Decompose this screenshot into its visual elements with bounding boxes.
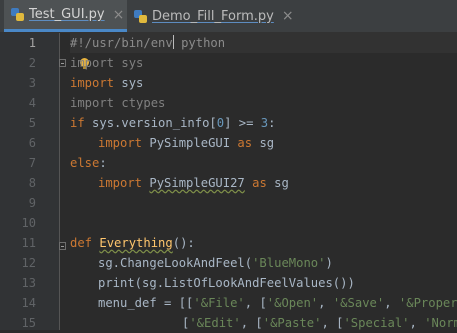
keyword-import: import: [98, 136, 143, 150]
code-text: ): [325, 256, 333, 270]
code-text: ():: [172, 236, 195, 250]
code-line: #!/usr/bin/env python: [70, 33, 457, 53]
keyword-if: if: [70, 116, 85, 130]
code-text: , [: [244, 296, 267, 310]
string-literal: '&File': [193, 296, 245, 310]
keyword-def: def: [70, 236, 93, 250]
line-number: 2: [28, 56, 36, 70]
code-line: import sys: [70, 73, 143, 93]
tab-label: Test_GUI.py: [29, 7, 105, 22]
line-number: 11: [21, 236, 36, 250]
module-name: sys: [114, 56, 144, 70]
code-text: , [: [321, 316, 344, 330]
line-number: 13: [21, 276, 36, 290]
code-line: import PySimpleGUI as sg: [98, 133, 274, 153]
keyword-import: import: [98, 176, 143, 190]
line-number: 4: [28, 96, 36, 110]
code-line: import sys: [70, 53, 143, 73]
code-editor[interactable]: #!/usr/bin/env python import sys import …: [70, 33, 457, 330]
line-number: 14: [21, 296, 36, 310]
module-name-unresolved: PySimpleGUI27: [149, 176, 245, 190]
tab-label: Demo_Fill_Form.py: [152, 8, 274, 24]
code-line: ['&Edit', ['&Paste', ['Special', 'Norma: [182, 313, 457, 330]
module-name: PySimpleGUI: [142, 136, 238, 150]
fold-icon[interactable]: [59, 59, 66, 67]
string-literal: '&Open': [266, 296, 319, 310]
code-text: ] >=: [224, 116, 261, 130]
code-line: else:: [70, 153, 107, 173]
line-number: 9: [28, 196, 36, 210]
line-number: 5: [28, 116, 36, 130]
tab-test-gui[interactable]: Test_GUI.py ×: [4, 0, 127, 32]
keyword-as: as: [244, 176, 267, 190]
function-name: Everything: [99, 236, 173, 250]
editor-tab-bar: Test_GUI.py × Demo_Fill_Form.py ×: [0, 0, 457, 33]
string-literal: '&Save': [332, 296, 385, 310]
shebang-comment: #!/usr/bin/env: [70, 36, 173, 50]
code-text: :: [268, 116, 276, 130]
line-number: 10: [21, 216, 36, 230]
line-number-gutter[interactable]: 1 2 3 4 5 6 7 8 9 10 11 12 13 14 15: [0, 33, 60, 330]
close-icon[interactable]: ×: [282, 8, 294, 24]
keyword-as: as: [237, 136, 253, 150]
module-name: sys: [114, 76, 144, 90]
keyword-else: else: [70, 156, 100, 170]
tab-demo-fill-form[interactable]: Demo_Fill_Form.py ×: [127, 0, 294, 32]
line-number: 3: [28, 76, 36, 90]
module-name: ctypes: [114, 96, 166, 110]
line-number: 8: [28, 176, 36, 190]
code-text: ,: [384, 296, 399, 310]
string-literal: 'Norma: [424, 316, 457, 330]
code-line: sg.ChangeLookAndFeel('BlueMono'): [98, 253, 333, 273]
number-literal: 0: [216, 116, 225, 130]
alias-name: sg: [252, 136, 275, 150]
code-text: sys.version_info[: [84, 116, 217, 130]
code-text: :: [99, 156, 107, 170]
code-line: import PySimpleGUI27 as sg: [98, 173, 289, 193]
shebang-comment: python: [173, 36, 226, 50]
code-line: import ctypes: [70, 93, 165, 113]
string-literal: '&Edit': [189, 316, 241, 330]
code-text: print(sg.ListOfLookAndFeelValues()): [98, 276, 355, 290]
string-literal: 'BlueMono': [252, 256, 326, 270]
string-literal: 'Special': [343, 316, 410, 330]
line-number: 6: [28, 136, 36, 150]
code-text: ,: [318, 296, 333, 310]
python-file-icon: [134, 9, 147, 23]
python-file-icon: [11, 8, 24, 21]
line-number: 15: [21, 316, 36, 330]
code-text: sg.ChangeLookAndFeel(: [98, 256, 253, 270]
line-number: 1: [28, 36, 36, 50]
string-literal: '&Propertie: [398, 296, 457, 310]
close-icon[interactable]: ×: [113, 7, 125, 23]
fold-icon[interactable]: [59, 242, 66, 250]
keyword-import-unused: import: [70, 56, 115, 70]
string-literal: '&Paste': [262, 316, 322, 330]
code-line: menu_def = [['&File', ['&Open', '&Save',…: [98, 293, 457, 313]
code-text: ,: [409, 316, 425, 330]
line-number: 12: [21, 256, 36, 270]
code-line: def Everything():: [70, 233, 195, 253]
code-text: menu_def = [[: [98, 296, 194, 310]
keyword-import-unused: import: [70, 96, 115, 110]
code-line: if sys.version_info[0] >= 3:: [70, 113, 275, 133]
code-text: , [: [240, 316, 263, 330]
keyword-import: import: [70, 76, 115, 90]
alias-name: sg: [266, 176, 289, 190]
line-number: 7: [28, 156, 36, 170]
code-line: print(sg.ListOfLookAndFeelValues()): [98, 273, 355, 293]
